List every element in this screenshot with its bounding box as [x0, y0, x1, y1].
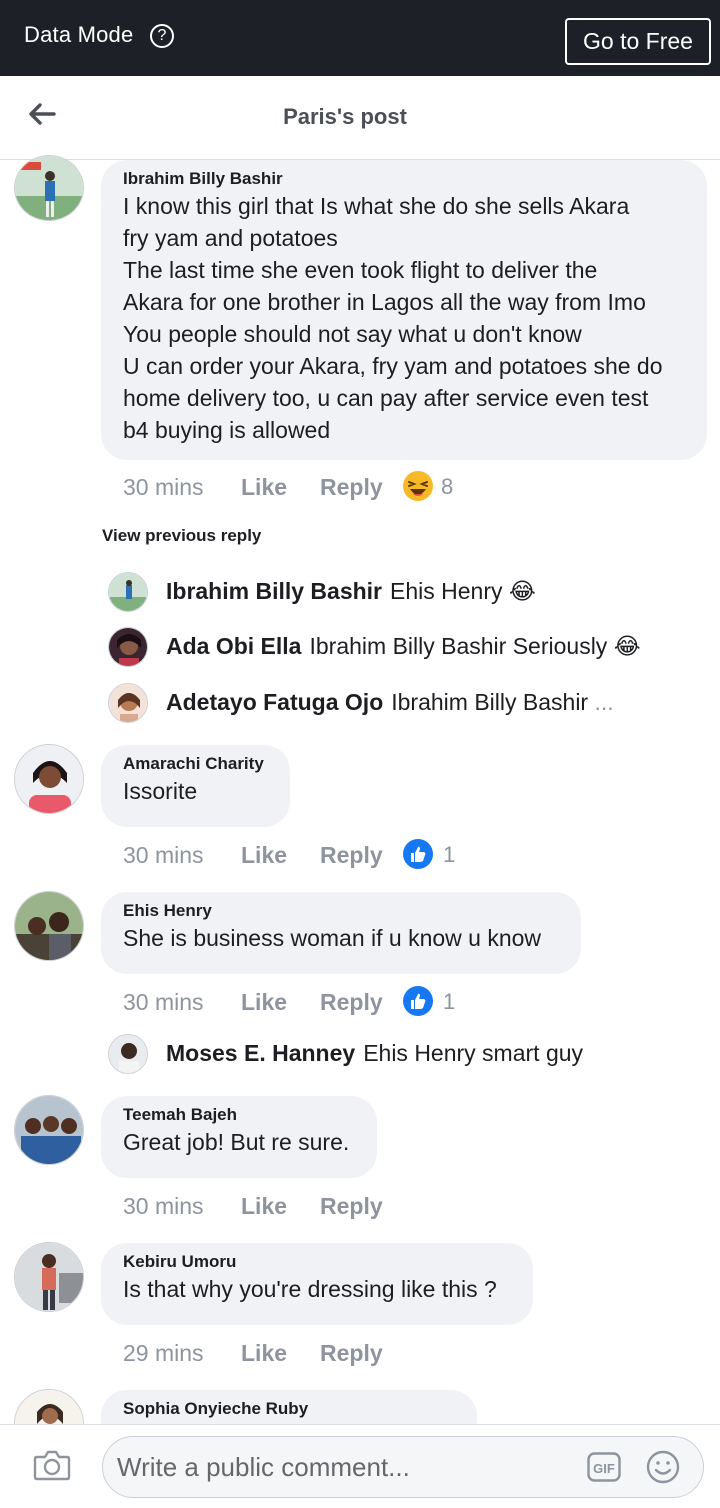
- view-previous-reply-link[interactable]: View previous reply: [102, 526, 261, 546]
- reply-text: Ehis Henry smart guy: [363, 1040, 584, 1066]
- reply-item[interactable]: Adetayo Fatuga Ojo Ibrahim Billy Bashir .…: [108, 683, 708, 723]
- reply-button[interactable]: Reply: [320, 989, 383, 1016]
- like-button[interactable]: Like: [241, 1340, 287, 1367]
- comment-bubble[interactable]: Ehis Henry She is business woman if u kn…: [101, 892, 581, 974]
- comment-actions: 30 mins Like Reply 1: [123, 986, 523, 1019]
- reply-author[interactable]: Adetayo Fatuga Ojo: [166, 689, 383, 715]
- avatar[interactable]: [14, 1095, 84, 1165]
- reply-button[interactable]: Reply: [320, 474, 383, 501]
- reply-button[interactable]: Reply: [320, 1340, 383, 1367]
- comment-time: 30 mins: [123, 1193, 204, 1219]
- laughing-emoji-icon: 😂: [613, 633, 641, 659]
- comment-actions: 30 mins Like Reply 8: [123, 471, 523, 504]
- comment-author[interactable]: Sophia Onyieche Ruby: [123, 1398, 455, 1420]
- reply-button[interactable]: Reply: [320, 842, 383, 869]
- reply-item[interactable]: Ibrahim Billy Bashir Ehis Henry 😂: [108, 572, 708, 612]
- comment-text: Issorite: [123, 778, 198, 804]
- reply-item[interactable]: Moses E. Hanney Ehis Henry smart guy: [108, 1034, 708, 1074]
- comment-text: She is business woman if u know u know: [123, 925, 542, 951]
- comment-author[interactable]: Ibrahim Billy Bashir: [123, 168, 685, 190]
- like-button[interactable]: Like: [241, 989, 287, 1016]
- avatar[interactable]: [14, 891, 84, 961]
- go-to-free-button[interactable]: Go to Free: [565, 18, 711, 65]
- like-button[interactable]: Like: [241, 842, 287, 869]
- comment-author[interactable]: Teemah Bajeh: [123, 1104, 355, 1126]
- avatar[interactable]: [108, 1034, 148, 1074]
- more-ellipsis[interactable]: ...: [588, 689, 613, 715]
- comment-bubble[interactable]: Amarachi Charity Issorite: [101, 745, 290, 827]
- data-mode-bar: Data Mode ? Go to Free: [0, 0, 720, 76]
- reply-item[interactable]: Ada Obi Ella Ibrahim Billy Bashir Serious…: [108, 627, 708, 667]
- comment-author[interactable]: Kebiru Umoru: [123, 1251, 511, 1273]
- avatar[interactable]: [14, 1242, 84, 1312]
- reaction-count[interactable]: 1: [443, 842, 455, 868]
- comment-author[interactable]: Ehis Henry: [123, 900, 559, 922]
- reply-button[interactable]: Reply: [320, 1193, 383, 1220]
- smiley-icon[interactable]: [645, 1449, 681, 1485]
- comment-input[interactable]: Write a public comment... GIF: [102, 1436, 704, 1498]
- comment-actions: 30 mins Like Reply 1: [123, 839, 523, 872]
- comment-time: 29 mins: [123, 1340, 204, 1366]
- comment-bubble[interactable]: Teemah Bajeh Great job! But re sure.: [101, 1096, 377, 1178]
- like-button[interactable]: Like: [241, 1193, 287, 1220]
- comment-input-placeholder[interactable]: Write a public comment...: [117, 1452, 410, 1483]
- reply-text: Ibrahim Billy Bashir Seriously: [309, 633, 608, 659]
- page-title: Paris's post: [283, 104, 407, 129]
- reaction-count[interactable]: 8: [441, 474, 453, 500]
- comment-text: Great job! But re sure.: [123, 1129, 350, 1155]
- comment-composer: Write a public comment... GIF: [0, 1424, 720, 1508]
- question-circle-icon[interactable]: ?: [150, 24, 174, 48]
- comment-author[interactable]: Amarachi Charity: [123, 753, 268, 775]
- avatar[interactable]: [108, 572, 148, 612]
- comment-time: 30 mins: [123, 989, 204, 1015]
- haha-laughing-icon[interactable]: [402, 470, 434, 502]
- comment-text: I know this girl that Is what she do she…: [123, 193, 663, 443]
- comment-actions: 29 mins Like Reply: [123, 1340, 523, 1370]
- data-mode-label: Data Mode: [24, 22, 134, 47]
- reaction-count[interactable]: 1: [443, 989, 455, 1015]
- comment-time: 30 mins: [123, 474, 204, 500]
- camera-icon[interactable]: [32, 1445, 72, 1485]
- comment-time: 30 mins: [123, 842, 204, 868]
- comment-bubble[interactable]: Kebiru Umoru Is that why you're dressing…: [101, 1243, 533, 1325]
- comment-text: Is that why you're dressing like this ?: [123, 1276, 497, 1302]
- reply-author[interactable]: Ada Obi Ella: [166, 633, 301, 659]
- reply-text: Ehis Henry: [390, 578, 503, 604]
- comment-bubble[interactable]: Ibrahim Billy Bashir I know this girl th…: [101, 160, 707, 460]
- reply-author[interactable]: Ibrahim Billy Bashir: [166, 578, 382, 604]
- like-thumbs-up-icon[interactable]: [402, 838, 434, 870]
- like-button[interactable]: Like: [241, 474, 287, 501]
- reply-text: Ibrahim Billy Bashir: [391, 689, 589, 715]
- avatar[interactable]: [108, 627, 148, 667]
- gif-icon[interactable]: GIF: [587, 1452, 621, 1482]
- laughing-emoji-icon: 😂: [508, 578, 536, 604]
- post-header: Paris's post: [0, 76, 720, 160]
- avatar[interactable]: [14, 744, 84, 814]
- svg-text:GIF: GIF: [593, 1461, 615, 1476]
- comment-actions: 30 mins Like Reply: [123, 1193, 523, 1223]
- avatar[interactable]: [14, 155, 84, 221]
- reply-author[interactable]: Moses E. Hanney: [166, 1040, 355, 1066]
- avatar[interactable]: [108, 683, 148, 723]
- like-thumbs-up-icon[interactable]: [402, 985, 434, 1017]
